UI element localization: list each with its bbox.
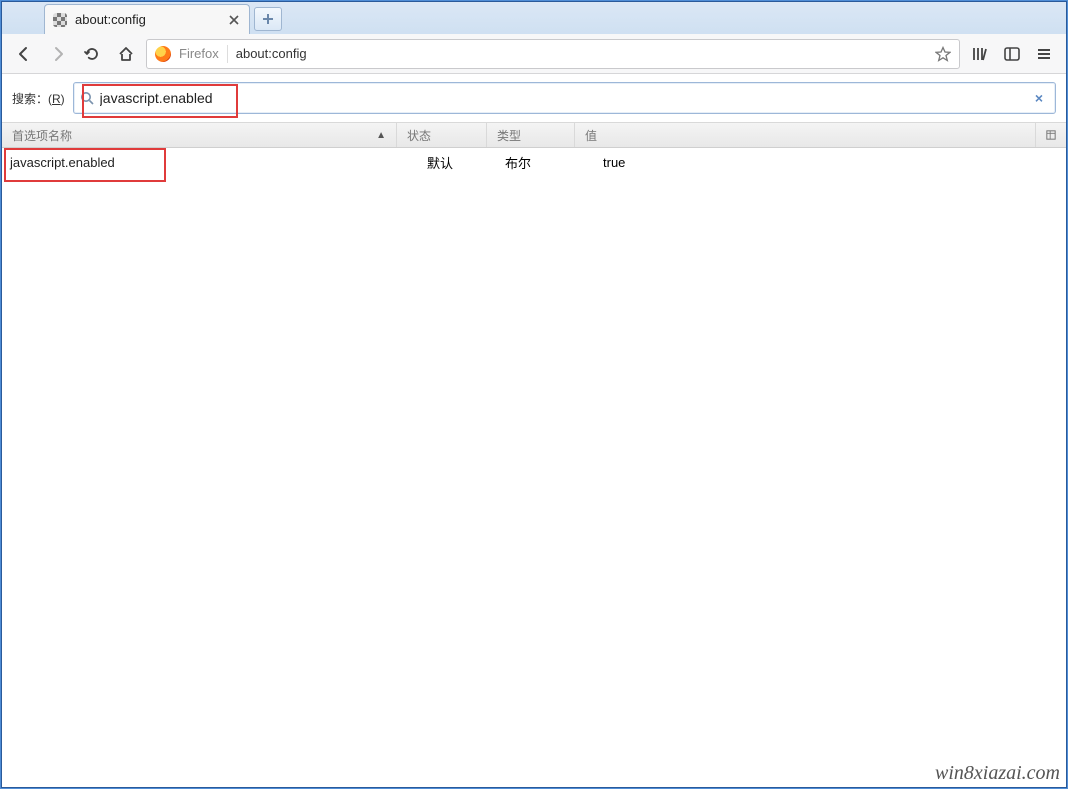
column-header-status[interactable]: 状态 xyxy=(397,123,487,147)
column-header-type[interactable]: 类型 xyxy=(487,123,575,147)
home-button[interactable] xyxy=(112,40,140,68)
about-config-content: 搜索：(R) × 首选项名称 ▲ 状态 类型 值 xyxy=(2,74,1066,787)
tab-favicon xyxy=(53,13,67,27)
search-input[interactable] xyxy=(100,90,1023,106)
column-header-value[interactable]: 值 xyxy=(575,123,1036,147)
back-button[interactable] xyxy=(10,40,38,68)
pref-type-cell: 布尔 xyxy=(487,153,575,172)
url-text: about:config xyxy=(236,46,927,61)
search-box[interactable]: × xyxy=(73,82,1056,114)
tab-about-config[interactable]: about:config xyxy=(44,4,250,34)
library-button[interactable] xyxy=(966,40,994,68)
forward-button[interactable] xyxy=(44,40,72,68)
pref-status-cell: 默认 xyxy=(397,153,487,172)
clear-search-button[interactable]: × xyxy=(1029,88,1049,108)
sidebar-button[interactable] xyxy=(998,40,1026,68)
bookmark-star-icon[interactable] xyxy=(935,46,951,62)
tab-title: about:config xyxy=(75,12,219,27)
column-picker-button[interactable] xyxy=(1036,123,1066,147)
column-header-name[interactable]: 首选项名称 ▲ xyxy=(2,123,397,147)
browser-window: about:config Firefox about:config xyxy=(1,1,1067,788)
firefox-logo-icon xyxy=(155,46,171,62)
search-label: 搜索：(R) xyxy=(12,90,65,107)
address-bar[interactable]: Firefox about:config xyxy=(146,39,960,69)
pref-name-cell: javascript.enabled xyxy=(2,155,397,170)
pref-row[interactable]: javascript.enabled 默认 布尔 true xyxy=(2,148,1066,176)
app-menu-button[interactable] xyxy=(1030,40,1058,68)
sort-indicator-icon: ▲ xyxy=(376,130,386,141)
tab-close-button[interactable] xyxy=(227,13,241,27)
tab-strip: about:config xyxy=(2,2,1066,34)
pref-table-header: 首选项名称 ▲ 状态 类型 值 xyxy=(2,122,1066,148)
nav-toolbar: Firefox about:config xyxy=(2,34,1066,74)
identity-separator xyxy=(227,45,228,63)
identity-label: Firefox xyxy=(179,46,219,61)
new-tab-button[interactable] xyxy=(254,7,282,31)
reload-button[interactable] xyxy=(78,40,106,68)
search-icon xyxy=(80,91,94,105)
pref-value-cell: true xyxy=(575,155,1066,170)
pref-table-body: javascript.enabled 默认 布尔 true xyxy=(2,148,1066,787)
search-row: 搜索：(R) × xyxy=(2,74,1066,122)
